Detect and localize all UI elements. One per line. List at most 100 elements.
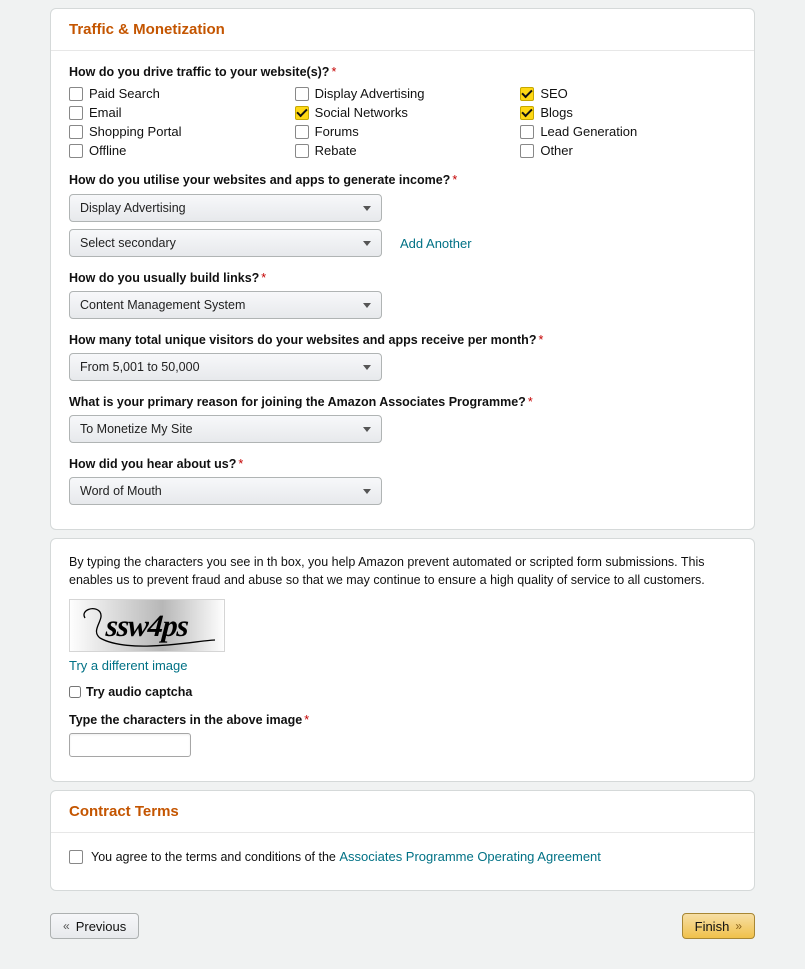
question-label: How do you utilise your websites and app…	[69, 173, 736, 187]
traffic-option: Display Advertising	[295, 85, 511, 102]
question-text: How do you usually build links?	[69, 271, 259, 285]
chevron-down-icon	[363, 303, 371, 308]
required-mark: *	[304, 713, 309, 727]
traffic-option: Offline	[69, 142, 285, 159]
chevron-down-icon	[363, 206, 371, 211]
agree-checkbox[interactable]	[69, 850, 83, 864]
add-another-link[interactable]: Add Another	[400, 236, 472, 251]
traffic-option-label: Social Networks	[315, 105, 408, 120]
agree-prefix: You agree to the terms and conditions of…	[91, 850, 339, 864]
chevron-down-icon	[363, 241, 371, 246]
required-mark: *	[331, 65, 336, 79]
required-mark: *	[528, 395, 533, 409]
traffic-option-label: Display Advertising	[315, 86, 425, 101]
visitors-select[interactable]: From 5,001 to 50,000	[69, 353, 382, 381]
select-value: Word of Mouth	[80, 484, 162, 498]
traffic-option-label: Email	[89, 105, 122, 120]
income-primary-select[interactable]: Display Advertising	[69, 194, 382, 222]
captcha-instructions: By typing the characters you see in th b…	[69, 553, 736, 589]
select-value: To Monetize My Site	[80, 422, 193, 436]
reason-select[interactable]: To Monetize My Site	[69, 415, 382, 443]
contract-heading: Contract Terms	[51, 791, 754, 833]
traffic-checkbox[interactable]	[520, 144, 534, 158]
operating-agreement-link[interactable]: Associates Programme Operating Agreement	[339, 849, 601, 864]
select-value: From 5,001 to 50,000	[80, 360, 200, 374]
question-label: How do you usually build links?*	[69, 271, 736, 285]
traffic-checkbox[interactable]	[69, 106, 83, 120]
build-links-select[interactable]: Content Management System	[69, 291, 382, 319]
chevron-down-icon	[363, 365, 371, 370]
question-label: How many total unique visitors do your w…	[69, 333, 736, 347]
chevron-down-icon	[363, 427, 371, 432]
traffic-option-label: Rebate	[315, 143, 357, 158]
traffic-option-label: Offline	[89, 143, 126, 158]
traffic-option: Blogs	[520, 104, 736, 121]
question-captcha-input: Type the characters in the above image*	[69, 713, 736, 757]
question-label: Type the characters in the above image*	[69, 713, 736, 727]
traffic-option-label: Paid Search	[89, 86, 160, 101]
question-reason: What is your primary reason for joining …	[69, 395, 736, 443]
traffic-option-label: Forums	[315, 124, 359, 139]
required-mark: *	[238, 457, 243, 471]
traffic-option: Rebate	[295, 142, 511, 159]
traffic-option-label: SEO	[540, 86, 567, 101]
terms-row: You agree to the terms and conditions of…	[69, 847, 736, 866]
question-label: How do you drive traffic to your website…	[69, 65, 736, 79]
traffic-checkbox-grid: Paid Search Display Advertising SEO Email So…	[69, 85, 736, 159]
captcha-input[interactable]	[69, 733, 191, 757]
try-different-image-link[interactable]: Try a different image	[69, 658, 188, 673]
question-build-links: How do you usually build links?* Content…	[69, 271, 736, 319]
traffic-checkbox[interactable]	[69, 87, 83, 101]
traffic-checkbox[interactable]	[520, 106, 534, 120]
captcha-letters: ssw4ps	[105, 608, 189, 644]
traffic-checkbox[interactable]	[69, 144, 83, 158]
question-visitors: How many total unique visitors do your w…	[69, 333, 736, 381]
question-income: How do you utilise your websites and app…	[69, 173, 736, 257]
traffic-monetization-card: Traffic & Monetization How do you drive …	[50, 8, 755, 530]
traffic-option-label: Lead Generation	[540, 124, 637, 139]
traffic-checkbox[interactable]	[520, 125, 534, 139]
question-label: How did you hear about us?*	[69, 457, 736, 471]
traffic-option: SEO	[520, 85, 736, 102]
agree-text: You agree to the terms and conditions of…	[91, 849, 601, 864]
traffic-heading: Traffic & Monetization	[51, 9, 754, 51]
audio-captcha-label: Try audio captcha	[86, 685, 192, 699]
chevron-right-icon: »	[735, 919, 742, 933]
traffic-option: Paid Search	[69, 85, 285, 102]
question-drive-traffic: How do you drive traffic to your website…	[69, 65, 736, 159]
question-text: How do you drive traffic to your website…	[69, 65, 329, 79]
question-label: What is your primary reason for joining …	[69, 395, 736, 409]
select-value: Content Management System	[80, 298, 245, 312]
question-text: How did you hear about us?	[69, 457, 236, 471]
traffic-option: Email	[69, 104, 285, 121]
question-text: What is your primary reason for joining …	[69, 395, 526, 409]
select-value: Display Advertising	[80, 201, 186, 215]
hear-select[interactable]: Word of Mouth	[69, 477, 382, 505]
traffic-option-label: Shopping Portal	[89, 124, 182, 139]
audio-captcha-checkbox[interactable]	[69, 686, 81, 698]
required-mark: *	[261, 271, 266, 285]
button-label: Previous	[76, 919, 127, 934]
captcha-card: By typing the characters you see in th b…	[50, 538, 755, 782]
previous-button[interactable]: « Previous	[50, 913, 139, 939]
traffic-checkbox[interactable]	[295, 144, 309, 158]
traffic-option-label: Other	[540, 143, 573, 158]
traffic-checkbox[interactable]	[295, 125, 309, 139]
question-text: How many total unique visitors do your w…	[69, 333, 536, 347]
traffic-option: Shopping Portal	[69, 123, 285, 140]
traffic-checkbox[interactable]	[295, 106, 309, 120]
traffic-checkbox[interactable]	[520, 87, 534, 101]
traffic-option: Social Networks	[295, 104, 511, 121]
finish-button[interactable]: Finish »	[682, 913, 755, 939]
traffic-option: Other	[520, 142, 736, 159]
traffic-option: Lead Generation	[520, 123, 736, 140]
select-value: Select secondary	[80, 236, 176, 250]
question-hear: How did you hear about us?* Word of Mout…	[69, 457, 736, 505]
traffic-checkbox[interactable]	[295, 87, 309, 101]
chevron-left-icon: «	[63, 919, 70, 933]
income-secondary-select[interactable]: Select secondary	[69, 229, 382, 257]
traffic-checkbox[interactable]	[69, 125, 83, 139]
captcha-image: ssw4ps	[69, 599, 225, 652]
button-label: Finish	[695, 919, 730, 934]
button-row: « Previous Finish »	[50, 913, 755, 939]
